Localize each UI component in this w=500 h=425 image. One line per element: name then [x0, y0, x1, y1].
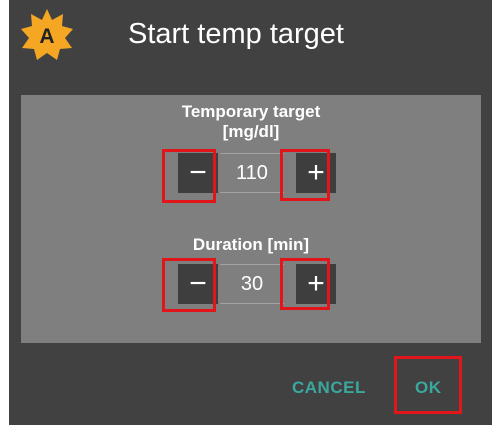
highlight-ok-button	[394, 356, 462, 414]
target-label-unit: [mg/dl]	[222, 122, 280, 141]
cancel-button[interactable]: CANCEL	[292, 378, 366, 398]
settings-panel: Temporary target [mg/dl] − 110 + Duratio…	[21, 95, 481, 343]
highlight-duration-decrement	[162, 258, 216, 312]
app-logo-icon: A	[21, 9, 73, 60]
app-logo-letter: A	[39, 25, 54, 48]
highlight-target-decrement	[162, 149, 216, 203]
duration-value[interactable]: 30	[220, 264, 284, 304]
target-label: Temporary target [mg/dl]	[21, 102, 481, 142]
highlight-duration-increment	[280, 258, 330, 310]
target-label-line1: Temporary target	[181, 102, 321, 121]
dialog-header: A Start temp target	[9, 0, 492, 80]
dialog-title: Start temp target	[128, 18, 344, 50]
duration-label: Duration [min]	[192, 235, 310, 254]
highlight-target-increment	[280, 149, 330, 201]
target-value[interactable]: 110	[220, 153, 284, 193]
